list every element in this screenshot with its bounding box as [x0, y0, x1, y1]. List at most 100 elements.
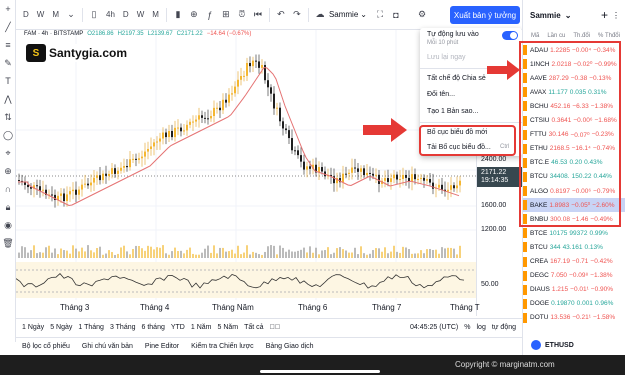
timeframe-m[interactable]: M	[49, 8, 62, 21]
watchlist-row[interactable]: DEGC 7.050 −0.09⁸ −1.38%	[523, 269, 625, 283]
tab-pine-editor[interactable]: Pine Editor	[145, 343, 179, 350]
measure-icon[interactable]: ⌖	[0, 144, 16, 162]
watchlist-row[interactable]: CREA 167.19 −0.71 −0.42%	[523, 255, 625, 269]
candle-body	[75, 189, 77, 195]
volume-bar	[57, 254, 59, 258]
tab-text-notes[interactable]: Ghi chú văn bản	[82, 343, 133, 350]
range-1m[interactable]: 1 Tháng	[78, 324, 104, 331]
watchlist-title[interactable]: Sammie	[530, 11, 561, 20]
text-icon[interactable]: T	[0, 72, 16, 90]
zoom-icon[interactable]: ⊕	[0, 162, 16, 180]
range-1y[interactable]: 1 Năm	[191, 324, 212, 331]
col-change-pct[interactable]: % Thđổi	[598, 33, 620, 39]
prediction-icon[interactable]: ⇅	[0, 108, 16, 126]
candle-body	[213, 107, 215, 117]
magnet-icon[interactable]: ∩	[0, 180, 16, 198]
menu-create-copy[interactable]: Tạo 1 Bản sao...	[427, 108, 478, 115]
volume-bar	[165, 253, 167, 258]
range-1d[interactable]: 1 Ngày	[22, 324, 44, 331]
volume-bar	[273, 245, 275, 258]
trendline-icon[interactable]: ╱	[0, 18, 16, 36]
range-6m[interactable]: 6 tháng	[142, 324, 165, 331]
publish-idea-button[interactable]: Xuất bản ý tưởng	[450, 6, 520, 24]
add-symbol-icon[interactable]: +	[601, 8, 608, 22]
log-toggle[interactable]: log	[477, 324, 486, 331]
volume-bar	[183, 253, 185, 258]
indicators-icon[interactable]: ƒ	[203, 8, 217, 22]
goto-date-icon[interactable]: ▸⃓	[270, 324, 281, 331]
layout-name-button[interactable]: Sammie ⌄	[329, 10, 367, 19]
volume-bar	[267, 246, 269, 258]
volume-bar	[108, 250, 110, 258]
watchlist-footer[interactable]: ETHUSD	[531, 340, 574, 350]
volume-bar	[390, 251, 392, 258]
range-3m[interactable]: 3 Tháng	[110, 324, 136, 331]
tab-strategy-tester[interactable]: Kiểm tra Chiến lược	[191, 343, 254, 350]
interval-m[interactable]: M	[149, 8, 162, 21]
watchlist-row[interactable]: DOGE 0.19870 0.001 0.96%	[523, 297, 625, 311]
undo-icon[interactable]: ↶	[274, 8, 288, 22]
interval-button[interactable]: 4h	[103, 8, 118, 21]
menu-save-now[interactable]: Lưu lại ngay	[427, 54, 466, 61]
watchlist-row[interactable]: BTCE 10175 99372 0.99%	[523, 226, 625, 240]
fib-icon[interactable]: ≡	[0, 36, 16, 54]
pattern-icon[interactable]: ⋀	[0, 90, 16, 108]
tab-trading-panel[interactable]: Bảng Giao dịch	[266, 343, 314, 350]
watchlist-row[interactable]: DOTU 13.536 −0.21¹ −1.58%	[523, 311, 625, 325]
crosshair-icon[interactable]: +	[0, 0, 16, 18]
price-chart[interactable]	[16, 30, 476, 316]
lock-icon[interactable]: 🔒︎	[0, 198, 16, 216]
eye-icon[interactable]: ◉	[0, 216, 16, 234]
interval-d[interactable]: D	[120, 8, 132, 21]
cloud-icon[interactable]: ☁︎	[313, 8, 327, 22]
row-symbol: DOTU	[530, 314, 549, 322]
brush-icon[interactable]: ✎	[0, 54, 16, 72]
volume-bar	[198, 254, 200, 258]
range-5d[interactable]: 5 Ngày	[50, 324, 72, 331]
candle-body	[387, 178, 389, 182]
range-ytd[interactable]: YTD	[171, 324, 185, 331]
shapes-icon[interactable]: ◯	[0, 126, 16, 144]
autosave-toggle[interactable]	[502, 31, 518, 40]
col-symbol[interactable]: Mã	[531, 33, 539, 39]
watchlist-row[interactable]: DIAUS 1.215 −0.01¹ −0.90%	[523, 283, 625, 297]
bar-style-icon[interactable]: ▯	[87, 8, 101, 22]
legend-symbol[interactable]: FAM · 4h · BITSTAMP	[24, 31, 83, 37]
auto-toggle[interactable]: tự động	[492, 324, 516, 331]
clock-time[interactable]: 04:45:25 (UTC)	[410, 324, 458, 331]
trash-icon[interactable]: 🗑︎	[0, 234, 16, 252]
time-axis[interactable]: Tháng 3 Tháng 4 Tháng Năm Tháng 6 Tháng …	[16, 300, 522, 316]
menu-rename[interactable]: Đổi tên...	[427, 91, 455, 98]
fullscreen-icon[interactable]: ⛶	[373, 8, 387, 22]
candle-body	[174, 127, 176, 138]
gear-icon[interactable]: ⚙︎	[415, 8, 429, 22]
candle-body	[60, 193, 62, 196]
symbol-flag-icon	[523, 228, 527, 239]
timeframe-w[interactable]: W	[34, 8, 48, 21]
percent-toggle[interactable]: %	[464, 324, 470, 331]
tab-stock-screener[interactable]: Bộ lọc cổ phiếu	[22, 343, 70, 350]
menu-share-all[interactable]: Tất chế độ Chia sẻ	[427, 75, 486, 82]
replay-icon[interactable]: ⏮︎	[251, 8, 265, 22]
range-all[interactable]: Tất cả	[244, 324, 263, 331]
camera-icon[interactable]: ◘	[389, 8, 403, 22]
volume-bar	[84, 251, 86, 258]
more-icon[interactable]: ⋮	[612, 11, 620, 20]
chevron-down-icon[interactable]: ⌄	[565, 11, 572, 20]
alert-icon[interactable]: ⏰︎	[235, 8, 249, 22]
chevron-down-icon[interactable]: ⌄	[64, 8, 78, 22]
col-last[interactable]: Lần cu	[547, 33, 565, 39]
watchlist-row[interactable]: BTCU 344 43.161 0.13%	[523, 240, 625, 254]
interval-w[interactable]: W	[134, 8, 148, 21]
timeframe-d[interactable]: D	[20, 8, 32, 21]
compare-icon[interactable]: ⊕	[187, 8, 201, 22]
menu-autosave[interactable]: Tự động lưu vào	[427, 31, 479, 38]
candle-body	[195, 119, 197, 122]
volume-bar	[414, 253, 416, 258]
range-5y[interactable]: 5 Năm	[217, 324, 238, 331]
col-change[interactable]: Th.đổi	[573, 33, 590, 39]
templates-icon[interactable]: ⊞	[219, 8, 233, 22]
candles-icon[interactable]: ▮	[171, 8, 185, 22]
redo-icon[interactable]: ↷	[290, 8, 304, 22]
candle-body	[348, 172, 350, 174]
